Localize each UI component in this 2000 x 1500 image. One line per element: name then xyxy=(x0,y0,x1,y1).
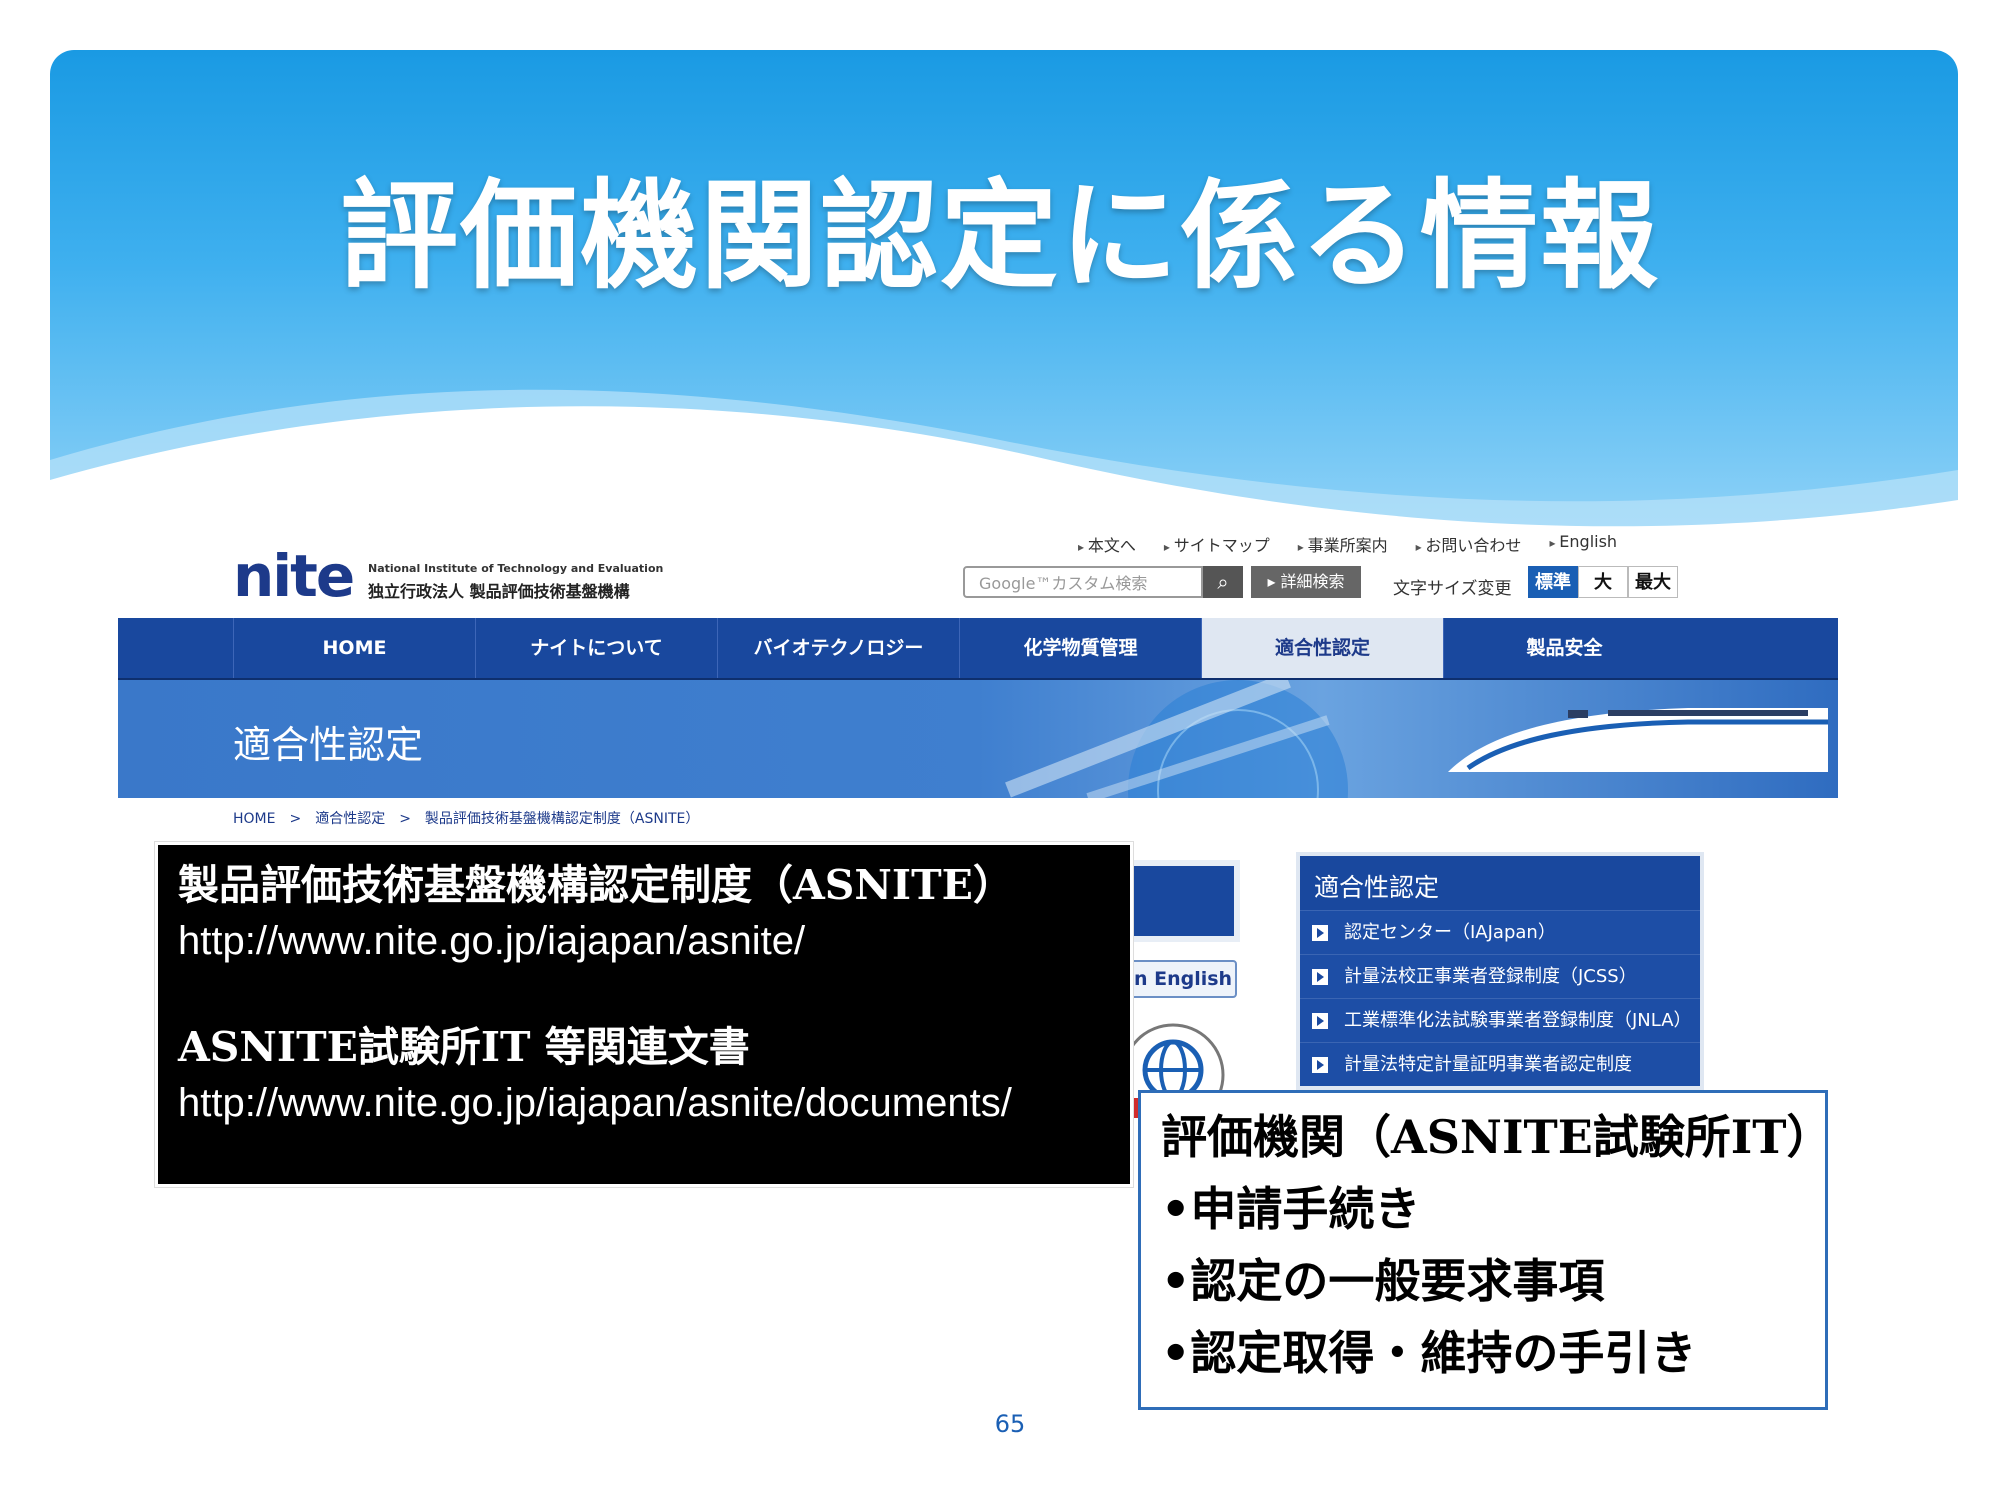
arrow-bullet-icon xyxy=(1312,1013,1328,1029)
nav-conformity-assessment[interactable]: 適合性認定 xyxy=(1201,618,1443,678)
side-menu-item[interactable]: 計量法校正事業者登録制度（JCSS） xyxy=(1300,954,1700,998)
asnite-url[interactable]: http://www.nite.go.jp/iajapan/asnite/ xyxy=(178,913,1110,969)
link-contact[interactable]: お問い合わせ xyxy=(1416,532,1521,556)
logo-english-name: National Institute of Technology and Eva… xyxy=(368,562,664,575)
nav-home[interactable]: HOME xyxy=(233,618,475,678)
side-menu: 適合性認定 認定センター（IAJapan） 計量法校正事業者登録制度（JCSS）… xyxy=(1296,852,1704,1090)
banner-title: 適合性認定 xyxy=(233,723,424,767)
asnite-documents-url[interactable]: http://www.nite.go.jp/iajapan/asnite/doc… xyxy=(178,1075,1110,1131)
wave-decoration xyxy=(50,389,1958,530)
page-number: 65 xyxy=(994,1410,1026,1438)
logo-wordmark: nite xyxy=(233,542,355,610)
section-banner: 適合性認定 xyxy=(118,680,1838,798)
lab-box-item: •認定取得・維持の手引き xyxy=(1161,1326,1697,1380)
utility-links: 本文へ サイトマップ 事業所案内 お問い合わせ English xyxy=(1078,532,1617,556)
arrow-bullet-icon xyxy=(1312,969,1328,985)
asnite-title: 製品評価技術基盤機構認定制度（ASNITE） xyxy=(178,861,1014,909)
logo-japanese-name: 独立行政法人 製品評価技術基盤機構 xyxy=(368,582,630,601)
evaluation-lab-box: 評価機関（ASNITE試験所IT） •申請手続き •認定の一般要求事項 •認定取… xyxy=(1138,1090,1833,1410)
side-menu-item[interactable]: 計量法特定計量証明事業者認定制度 xyxy=(1300,1042,1700,1086)
link-sitemap[interactable]: サイトマップ xyxy=(1164,532,1270,556)
font-size-large-button[interactable]: 大 xyxy=(1578,566,1628,598)
font-size-xlarge-button[interactable]: 最大 xyxy=(1628,566,1678,598)
nav-product-safety[interactable]: 製品安全 xyxy=(1443,618,1685,678)
asnite-info-box: 製品評価技術基盤機構認定制度（ASNITE） http://www.nite.g… xyxy=(155,842,1133,1187)
main-navigation: HOME ナイトについて バイオテクノロジー 化学物質管理 適合性認定 製品安全 xyxy=(118,618,1838,680)
banner-train-globe-image xyxy=(1005,680,1828,798)
link-offices[interactable]: 事業所案内 xyxy=(1298,532,1388,556)
link-english[interactable]: English xyxy=(1549,532,1617,556)
breadcrumb[interactable]: HOME > 適合性認定 > 製品評価技術基盤機構認定制度（ASNITE） xyxy=(233,808,699,828)
nav-biotechnology[interactable]: バイオテクノロジー xyxy=(717,618,959,678)
lab-box-item: •申請手続き xyxy=(1161,1182,1421,1236)
arrow-bullet-icon xyxy=(1312,925,1328,941)
nav-about[interactable]: ナイトについて xyxy=(475,618,717,678)
detail-search-button[interactable]: ▸ 詳細検索 xyxy=(1251,566,1361,598)
side-menu-item[interactable]: 認定センター（IAJapan） xyxy=(1300,910,1700,954)
nav-chemical-management[interactable]: 化学物質管理 xyxy=(959,618,1201,678)
lab-box-item: •認定の一般要求事項 xyxy=(1161,1254,1605,1308)
search-input[interactable]: Google™カスタム検索 xyxy=(963,566,1203,598)
slide-title: 評価機関認定に係る情報 xyxy=(339,166,1660,305)
font-size-standard-button[interactable]: 標準 xyxy=(1528,566,1578,598)
asnite-documents-title: ASNITE試験所IT 等関連文書 xyxy=(178,1023,750,1071)
search-icon[interactable]: ⌕ xyxy=(1203,566,1243,598)
arrow-bullet-icon xyxy=(1312,1057,1328,1073)
side-menu-title: 適合性認定 xyxy=(1314,873,1440,902)
font-size-label: 文字サイズ変更 xyxy=(1393,579,1512,599)
link-main-content[interactable]: 本文へ xyxy=(1078,532,1136,556)
lab-box-heading: 評価機関（ASNITE試験所IT） xyxy=(1161,1110,1833,1164)
side-menu-item[interactable]: 工業標準化法試験事業者登録制度（JNLA） xyxy=(1300,998,1700,1042)
